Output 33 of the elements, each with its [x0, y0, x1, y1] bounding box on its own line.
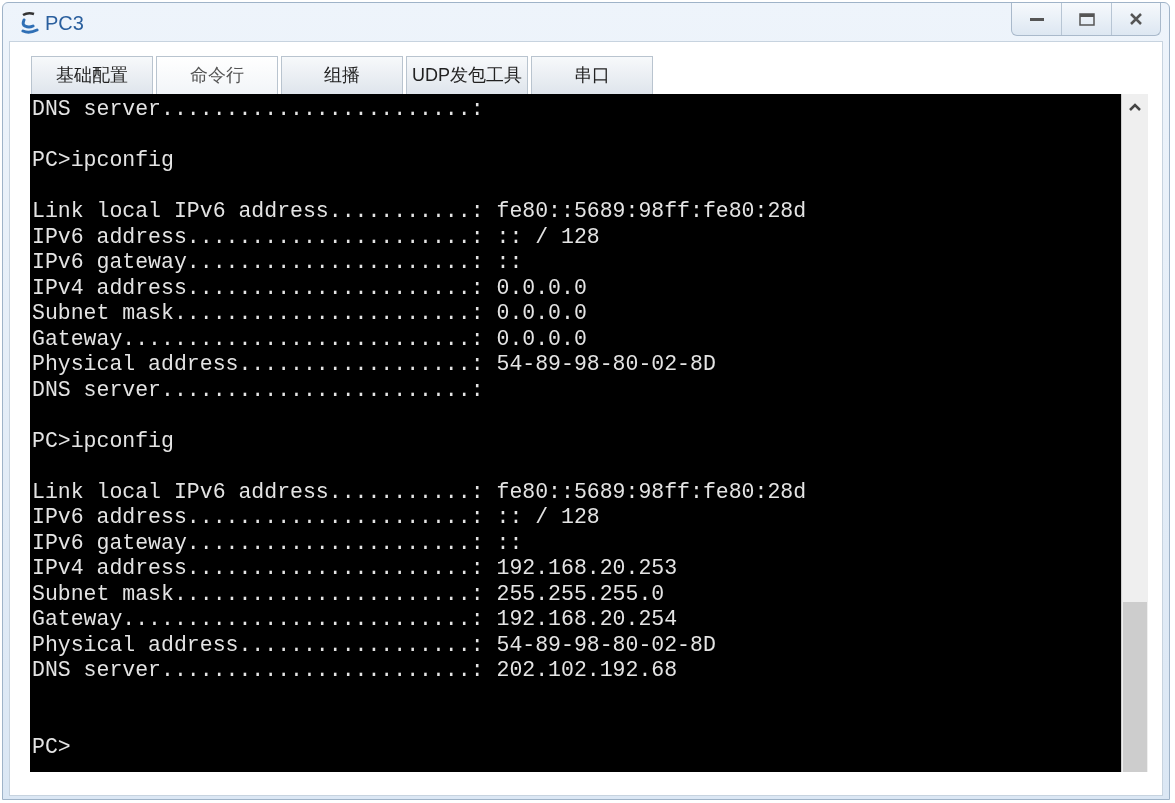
- scrollbar-thumb[interactable]: [1123, 602, 1147, 772]
- window-title: PC3: [45, 11, 84, 36]
- terminal-line: Physical address..................: 54-89-98-80-02-8D: [32, 632, 716, 658]
- terminal-line: Subnet mask.......................: 255.255.255.0: [32, 581, 665, 607]
- tab[interactable]: UDP发包工具: [406, 56, 528, 94]
- maximize-icon: [1078, 12, 1095, 26]
- terminal-line: IPv4 address......................: 0.0.0.0: [32, 275, 587, 301]
- scroll-up-icon: [1129, 103, 1141, 111]
- terminal-line: Link local IPv6 address...........: fe80::5689:98ff:fe80:28d: [32, 479, 807, 505]
- terminal-line: DNS server........................:: [32, 377, 484, 403]
- terminal-line: Gateway...........................: 192.168.20.254: [32, 607, 678, 633]
- terminal-line: Physical address..................: 54-89-98-80-02-8D: [32, 352, 716, 378]
- tab[interactable]: 基础配置: [31, 56, 153, 94]
- terminal-line: PC>ipconfig: [32, 428, 174, 454]
- tab[interactable]: 串口: [531, 56, 653, 94]
- minimize-icon: [1029, 17, 1044, 21]
- terminal-line: Gateway...........................: 0.0.0.0: [32, 326, 587, 352]
- close-icon: [1129, 12, 1143, 26]
- terminal-line: IPv6 address......................: :: / 128: [32, 505, 600, 531]
- terminal-line: PC>: [32, 734, 71, 760]
- terminal-line: Subnet mask.......................: 0.0.0.0: [32, 301, 587, 327]
- terminal-line: IPv6 address......................: :: / 128: [32, 224, 600, 250]
- terminal-line: IPv4 address......................: 192.168.20.253: [32, 556, 678, 582]
- terminal-line: Link local IPv6 address...........: fe80::5689:98ff:fe80:28d: [32, 199, 807, 225]
- tab[interactable]: 组播: [281, 56, 403, 94]
- terminal-line: DNS server........................: 202.102.192.68: [32, 658, 678, 684]
- terminal-line: IPv6 gateway......................: ::: [32, 530, 523, 556]
- terminal-line: DNS server........................:: [32, 97, 484, 123]
- terminal-line: PC>ipconfig: [32, 148, 174, 174]
- scrollbar[interactable]: [1121, 94, 1148, 772]
- tab[interactable]: 命令行: [156, 56, 278, 94]
- app-icon: [19, 11, 41, 35]
- terminal-line: IPv6 gateway......................: ::: [32, 250, 523, 276]
